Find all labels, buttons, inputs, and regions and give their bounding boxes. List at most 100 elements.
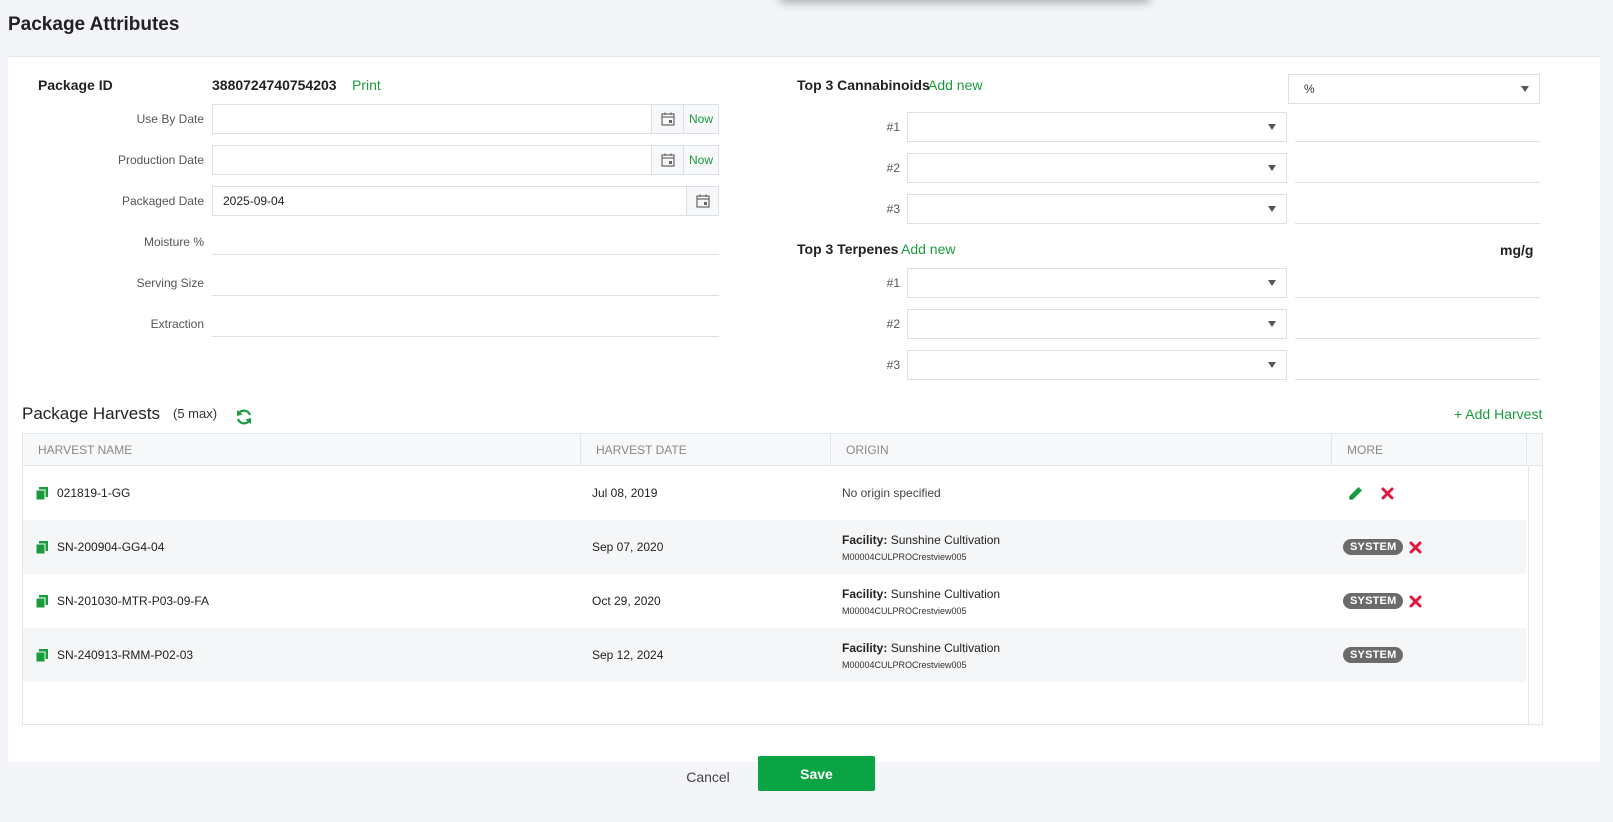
serving-size-label: Serving Size [136, 276, 204, 290]
column-header[interactable]: HARVEST DATE [581, 434, 831, 466]
cannabinoid-select[interactable] [907, 153, 1287, 183]
harvest-date: Sep 12, 2024 [592, 648, 664, 662]
chevron-down-icon [1521, 86, 1529, 92]
harvest-doc-icon[interactable] [36, 466, 48, 520]
harvests-title: Package Harvests [22, 404, 160, 423]
serving-size-input[interactable] [212, 266, 719, 296]
column-header[interactable]: HARVEST NAME [23, 434, 581, 466]
terpene-unit-label: mg/g [1500, 242, 1534, 258]
origin-sub: M00004CULPROCrestview005 [842, 659, 967, 670]
table-row: 021819-1-GG Jul 08, 2019 No origin speci… [23, 466, 1526, 520]
column-header[interactable]: ORIGIN [831, 434, 1332, 466]
table-row: SN-240913-RMM-P02-03 Sep 12, 2024 Facili… [23, 628, 1526, 682]
table-row: SN-201030-MTR-P03-09-FA Oct 29, 2020 Fac… [23, 574, 1526, 628]
use-by-date-field[interactable]: Now [212, 104, 719, 134]
terpene-index: #2 [886, 317, 900, 331]
chevron-down-icon [1268, 206, 1276, 212]
harvest-doc-icon[interactable] [36, 628, 48, 682]
harvest-doc-icon[interactable] [36, 520, 48, 574]
add-harvest-link[interactable]: + Add Harvest [1454, 406, 1542, 422]
terpene-value-input[interactable] [1295, 350, 1540, 380]
moisture-label: Moisture % [143, 235, 204, 249]
harvest-name[interactable]: 021819-1-GG [57, 466, 130, 520]
harvest-origin: Facility: Sunshine Cultivation M00004CUL… [842, 628, 1000, 682]
system-badge: SYSTEM [1343, 539, 1404, 555]
chevron-down-icon [1268, 165, 1276, 171]
harvests-max-note: (5 max) [173, 406, 218, 421]
terpene-value-input[interactable] [1295, 268, 1540, 298]
harvests-table: HARVEST NAME HARVEST DATE ORIGIN MORE 02… [22, 433, 1543, 725]
harvest-date: Sep 07, 2020 [592, 540, 664, 554]
harvest-origin: Facility: Sunshine Cultivation M00004CUL… [842, 574, 1000, 628]
cancel-button[interactable]: Cancel [666, 760, 750, 794]
table-header: HARVEST NAME HARVEST DATE ORIGIN MORE [23, 434, 1542, 466]
table-row: SN-200904-GG4-04 Sep 07, 2020 Facility: … [23, 520, 1526, 574]
harvest-origin: No origin specified [842, 486, 941, 500]
origin-value: Sunshine Cultivation [890, 532, 1001, 547]
use-by-now-button[interactable]: Now [683, 105, 718, 133]
delete-icon[interactable] [1409, 520, 1422, 574]
print-link[interactable]: Print [352, 77, 381, 93]
packaged-date-value[interactable]: 2025-09-04 [213, 187, 686, 215]
chevron-down-icon [1268, 321, 1276, 327]
attributes-panel: Package ID 3880724740754203 Print Use By… [8, 56, 1600, 762]
packaged-date-field[interactable]: 2025-09-04 [212, 186, 719, 216]
harvest-name[interactable]: SN-240913-RMM-P02-03 [57, 628, 193, 682]
terpene-select[interactable] [907, 268, 1287, 298]
packaged-date-label: Packaged Date [121, 194, 204, 208]
chevron-down-icon [1268, 124, 1276, 130]
moisture-input[interactable] [212, 225, 719, 255]
chevron-down-icon [1268, 280, 1276, 286]
production-now-button[interactable]: Now [683, 146, 718, 174]
cannabinoid-select[interactable] [907, 112, 1287, 142]
cannabinoid-value-input[interactable] [1295, 153, 1540, 183]
delete-icon[interactable] [1381, 466, 1394, 520]
origin-key: Facility: [842, 532, 888, 547]
origin-value: Sunshine Cultivation [890, 586, 1001, 601]
origin-sub: M00004CULPROCrestview005 [842, 551, 967, 562]
origin-key: Facility: [842, 640, 888, 655]
harvest-name[interactable]: SN-200904-GG4-04 [57, 520, 164, 574]
terpenes-add-new[interactable]: Add new [901, 241, 955, 257]
harvest-name[interactable]: SN-201030-MTR-P03-09-FA [57, 574, 209, 628]
use-by-date-value[interactable] [213, 105, 651, 133]
production-date-value[interactable] [213, 146, 651, 174]
terpenes-label: Top 3 Terpenes [797, 241, 899, 257]
cannabinoid-index: #1 [886, 120, 900, 134]
extraction-input[interactable] [212, 307, 719, 337]
refresh-icon[interactable] [235, 408, 253, 431]
origin-key: Facility: [842, 586, 888, 601]
table-scrollbar[interactable] [1528, 466, 1542, 724]
cannabinoid-index: #3 [886, 202, 900, 216]
origin-sub: M00004CULPROCrestview005 [842, 605, 967, 616]
terpene-value-input[interactable] [1295, 309, 1540, 339]
cannabinoids-label: Top 3 Cannabinoids [797, 77, 930, 93]
calendar-icon[interactable] [651, 105, 683, 133]
extraction-label: Extraction [150, 317, 204, 331]
cannabinoid-unit-select[interactable]: % [1288, 74, 1540, 104]
harvest-date: Jul 08, 2019 [592, 486, 658, 500]
save-button[interactable]: Save [758, 756, 875, 791]
cannabinoids-add-new[interactable]: Add new [928, 77, 982, 93]
delete-icon[interactable] [1409, 574, 1422, 628]
cannabinoid-index: #2 [886, 161, 900, 175]
production-date-field[interactable]: Now [212, 145, 719, 175]
cannabinoid-select[interactable] [907, 194, 1287, 224]
system-badge: SYSTEM [1343, 593, 1404, 609]
chevron-down-icon [1268, 362, 1276, 368]
calendar-icon[interactable] [651, 146, 683, 174]
terpene-select[interactable] [907, 309, 1287, 339]
pencil-icon[interactable] [1348, 466, 1363, 520]
terpene-index: #3 [886, 358, 900, 372]
cannabinoid-value-input[interactable] [1295, 194, 1540, 224]
cannabinoid-unit-value: % [1304, 82, 1315, 96]
use-by-label: Use By Date [136, 112, 204, 126]
calendar-icon[interactable] [686, 187, 718, 215]
terpene-select[interactable] [907, 350, 1287, 380]
package-id-value: 3880724740754203 [212, 77, 337, 93]
page-title: Package Attributes [8, 14, 180, 35]
production-date-label: Production Date [117, 153, 204, 167]
cannabinoid-value-input[interactable] [1295, 112, 1540, 142]
harvest-doc-icon[interactable] [36, 574, 48, 628]
harvest-date: Oct 29, 2020 [592, 594, 661, 608]
